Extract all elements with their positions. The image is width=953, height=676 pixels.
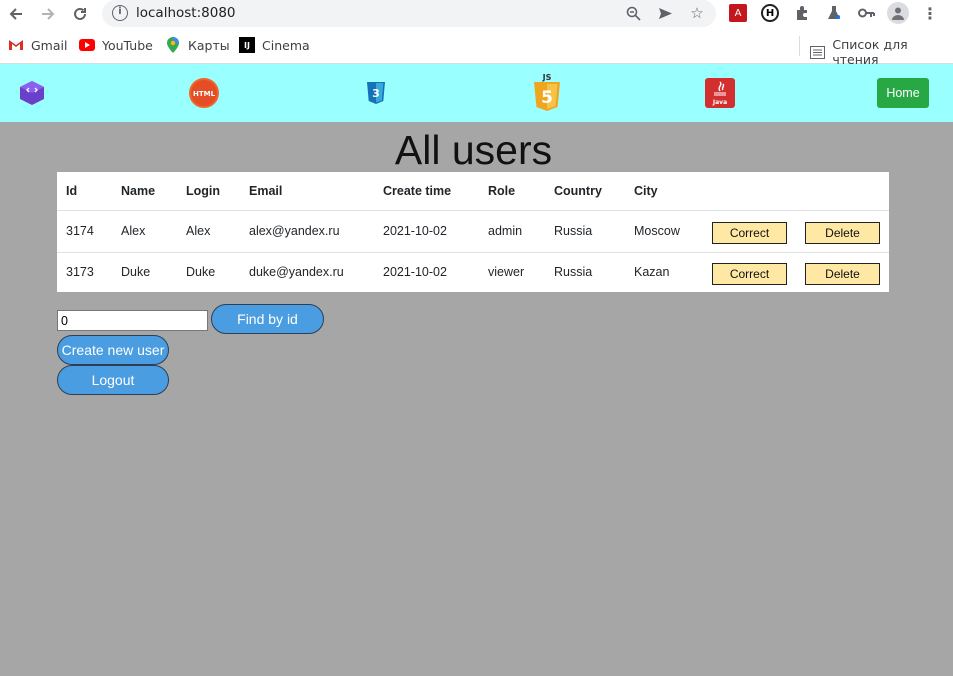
page-title: All users [394, 127, 553, 173]
intellij-icon: IJ [239, 37, 255, 53]
delete-button[interactable]: Delete [805, 222, 880, 244]
column-header-login: Login [177, 172, 240, 211]
url-text[interactable]: localhost:8080 [136, 5, 236, 21]
cell-role: viewer [488, 265, 525, 280]
cell-create-time: 2021-10-02 [383, 265, 447, 280]
cell-create-time: 2021-10-02 [374, 210, 479, 253]
table-header-row: Id Name Login Email Create time Role Cou… [57, 172, 889, 211]
pdf-extension-icon[interactable]: A [729, 4, 747, 22]
cell-country: Russia [545, 210, 625, 253]
bookmark-gmail[interactable]: Gmail [8, 37, 67, 53]
column-header-city: City [625, 172, 703, 211]
css3-logo-icon[interactable]: 3 [361, 78, 391, 108]
cell-correct: Correct [703, 252, 796, 292]
bookmark-maps[interactable]: Карты [165, 37, 230, 53]
reading-list[interactable]: Список для чтения [810, 37, 953, 67]
find-by-id-button[interactable]: Find by id [211, 304, 324, 334]
column-header-delete [796, 172, 889, 211]
forward-icon[interactable] [37, 3, 59, 25]
reading-list-label: Список для чтения [832, 37, 908, 67]
bookmark-youtube[interactable]: YouTube [79, 37, 153, 53]
correct-button[interactable]: Correct [712, 263, 787, 286]
svg-text:HTML: HTML [193, 90, 216, 98]
cell-login: Duke [186, 265, 216, 280]
cell-delete: Delete [796, 252, 889, 292]
cell-correct: Correct [703, 210, 796, 253]
cell-city: Moscow [625, 210, 703, 253]
bookmark-label: Gmail [31, 37, 68, 53]
column-header-id: Id [57, 172, 112, 211]
cell-name: Alex [112, 210, 177, 253]
cell-email: duke@yandex.ru [249, 265, 344, 280]
labs-icon[interactable] [825, 4, 843, 22]
cell-email: alex@yandex.ru [240, 210, 374, 253]
js-html5-logo-icon[interactable]: JS 5 [532, 72, 562, 112]
bookmark-label: Cinema [262, 37, 310, 53]
svg-text:Java: Java [712, 99, 727, 106]
column-header-country: Country [545, 172, 625, 211]
column-header-email: Email [240, 172, 374, 211]
cell-id: 3174 [57, 210, 112, 253]
html-logo-icon[interactable]: HTML [189, 78, 219, 108]
bookmark-cinema[interactable]: IJ Cinema [239, 37, 310, 53]
app-cube-logo-icon[interactable] [17, 78, 47, 108]
java-logo-icon[interactable]: Java [705, 78, 735, 108]
reading-list-icon [810, 44, 826, 60]
users-table: Id Name Login Email Create time Role Cou… [57, 172, 889, 292]
menu-dots-icon[interactable]: ⋮ [921, 4, 939, 23]
key-icon[interactable] [857, 4, 875, 22]
youtube-icon [79, 37, 95, 53]
star-icon[interactable]: ☆ [688, 4, 706, 22]
cell-country: Russia [554, 265, 593, 280]
svg-text:3: 3 [372, 87, 380, 100]
send-icon[interactable] [656, 4, 674, 22]
table-row: 3173 Duke Duke duke@yandex.ru 2021-10-02… [57, 252, 889, 292]
zoom-icon[interactable] [624, 4, 642, 22]
table-row: 3174 Alex Alex alex@yandex.ru 2021-10-02… [57, 210, 889, 253]
profile-avatar-icon[interactable] [887, 2, 909, 24]
create-user-button[interactable]: Create new user [57, 335, 169, 365]
column-header-create-time: Create time [374, 172, 479, 211]
cell-login: Alex [177, 210, 240, 253]
h-extension-icon[interactable]: H [761, 4, 779, 22]
cell-name: Duke [121, 265, 151, 280]
site-header: HTML 3 JS 5 Java Home [0, 64, 953, 122]
cell-id: 3173 [66, 265, 94, 280]
bookmark-label: YouTube [102, 37, 153, 53]
browser-toolbar: i localhost:8080 ☆ A H ⋮ [0, 0, 953, 28]
svg-text:JS: JS [542, 73, 552, 82]
maps-icon [165, 37, 181, 53]
bookmarks-bar: Gmail YouTube Карты IJ Cinema Список для… [0, 28, 953, 67]
back-icon[interactable] [5, 3, 27, 25]
home-button[interactable]: Home [877, 78, 929, 108]
column-header-name: Name [112, 172, 177, 211]
reload-icon[interactable] [69, 3, 91, 25]
gmail-icon [8, 37, 24, 53]
cell-city: Kazan [634, 265, 670, 280]
column-header-correct [703, 172, 796, 211]
site-info-icon[interactable]: i [112, 5, 128, 21]
correct-button[interactable]: Correct [712, 222, 787, 244]
svg-text:5: 5 [541, 88, 553, 108]
column-header-role: Role [479, 172, 545, 211]
cell-role: admin [479, 210, 545, 253]
address-bar[interactable]: i localhost:8080 ☆ [102, 0, 716, 27]
extensions-icon[interactable] [793, 4, 811, 22]
bookmark-label: Карты [188, 37, 230, 53]
find-id-input[interactable] [57, 310, 208, 331]
bookmark-separator [799, 36, 800, 56]
logout-button[interactable]: Logout [57, 365, 169, 395]
cell-delete: Delete [796, 210, 889, 253]
delete-button[interactable]: Delete [805, 263, 880, 286]
